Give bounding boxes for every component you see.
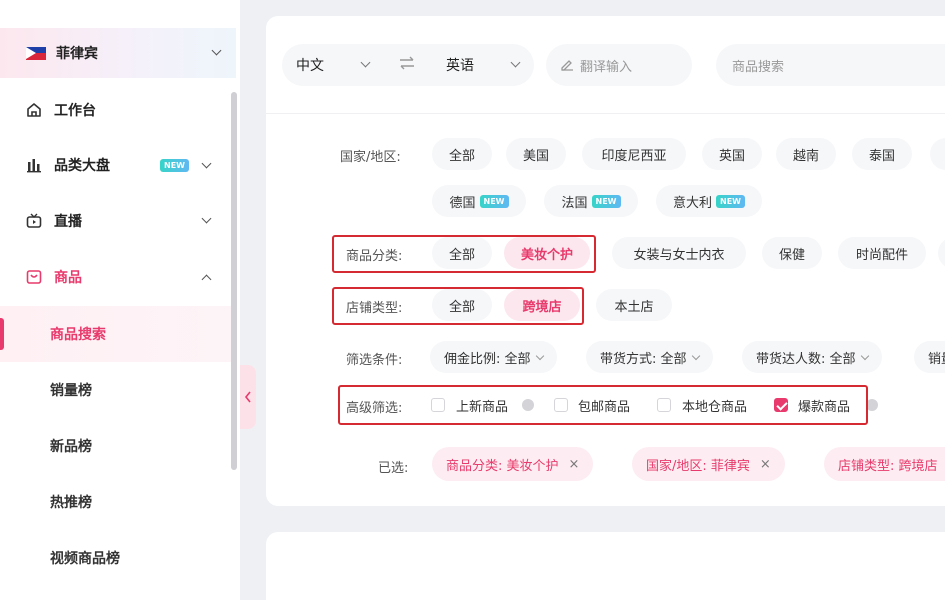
sales-dropdown[interactable]: 销量 bbox=[914, 341, 945, 373]
dropdown-value: 佣金比例: 全部 bbox=[444, 351, 531, 367]
chevron-down-icon bbox=[211, 45, 222, 56]
close-icon[interactable]: × bbox=[569, 457, 580, 472]
results-panel bbox=[266, 532, 945, 600]
category-chip[interactable]: 女装与女士内衣 bbox=[612, 237, 746, 269]
sub-item-product-search[interactable]: 商品搜索 bbox=[0, 306, 232, 362]
commission-dropdown[interactable]: 佣金比例: 全部 bbox=[430, 341, 557, 373]
philippines-flag-icon bbox=[26, 46, 46, 60]
nav-label: 品类大盘 bbox=[54, 158, 110, 174]
highlight-box-shop-type bbox=[332, 287, 584, 325]
highlight-box-category bbox=[332, 235, 596, 273]
sub-item-hot-rank[interactable]: 热推榜 bbox=[0, 474, 232, 530]
new-badge: NEW bbox=[479, 194, 509, 208]
pen-icon bbox=[560, 57, 574, 75]
country-chip[interactable]: 印度尼西亚 bbox=[582, 138, 686, 170]
category-chip[interactable]: 时尚配件 bbox=[838, 237, 926, 269]
tag-label: 国家/地区: 菲律宾 bbox=[646, 458, 750, 474]
swap-language-icon[interactable] bbox=[398, 55, 416, 75]
translate-placeholder: 翻译输入 bbox=[580, 59, 633, 75]
highlight-box-advanced bbox=[338, 385, 868, 425]
chip-label: 德国 bbox=[449, 195, 476, 211]
chevron-down-icon bbox=[201, 158, 212, 169]
country-chip[interactable]: 意大利 NEW bbox=[656, 185, 762, 217]
chevron-down-icon bbox=[360, 57, 371, 68]
translate-input[interactable]: 翻译输入 bbox=[546, 44, 692, 86]
country-chip[interactable]: 法国 NEW bbox=[544, 185, 638, 217]
tag-label: 店铺类型: 跨境店 bbox=[838, 458, 938, 474]
selected-filters-label: 已选: bbox=[378, 461, 409, 476]
new-badge: NEW bbox=[591, 194, 621, 208]
new-badge: NEW bbox=[160, 159, 189, 172]
country-chip[interactable]: 越南 bbox=[776, 138, 836, 170]
chevron-down-icon bbox=[510, 57, 521, 68]
influencer-count-dropdown[interactable]: 带货达人数: 全部 bbox=[742, 341, 882, 373]
nav-item-products[interactable]: 商品 bbox=[0, 251, 232, 303]
conditions-label: 筛选条件: bbox=[346, 353, 403, 368]
home-icon bbox=[24, 100, 44, 120]
country-chip[interactable]: 英国 bbox=[702, 138, 762, 170]
chevron-down-icon bbox=[535, 351, 544, 360]
tag-label: 商品分类: 美妆个护 bbox=[446, 458, 559, 474]
live-tv-icon bbox=[24, 211, 44, 231]
nav-label: 直播 bbox=[54, 214, 82, 230]
chevron-down-icon bbox=[691, 351, 700, 360]
chevron-down-icon bbox=[201, 213, 212, 224]
nav-item-workbench[interactable]: 工作台 bbox=[0, 84, 232, 136]
selected-tag[interactable]: 国家/地区: 菲律宾 × bbox=[632, 447, 785, 481]
shop-type-chip[interactable]: 本土店 bbox=[596, 289, 672, 321]
chevron-left-icon bbox=[244, 391, 251, 403]
nav-item-live[interactable]: 直播 bbox=[0, 195, 232, 247]
sub-item-video-rank[interactable]: 视频商品榜 bbox=[0, 530, 232, 586]
search-placeholder: 商品搜索 bbox=[732, 59, 785, 75]
sales-method-dropdown[interactable]: 带货方式: 全部 bbox=[586, 341, 713, 373]
nav-label: 工作台 bbox=[54, 103, 96, 119]
dropdown-value: 带货方式: 全部 bbox=[600, 351, 687, 367]
sub-item-new-rank[interactable]: 新品榜 bbox=[0, 418, 232, 474]
category-chip-more[interactable] bbox=[938, 237, 945, 269]
product-search-input[interactable]: 商品搜索 bbox=[716, 44, 945, 86]
close-icon[interactable]: × bbox=[760, 457, 771, 472]
chevron-down-icon bbox=[860, 351, 869, 360]
bar-chart-icon bbox=[24, 155, 44, 175]
chevron-up-icon bbox=[201, 274, 212, 285]
selected-tag[interactable]: 商品分类: 美妆个护 × bbox=[432, 447, 594, 481]
source-language-select[interactable]: 中文 bbox=[296, 55, 324, 75]
country-chip[interactable]: 美国 bbox=[506, 138, 566, 170]
dropdown-value: 带货达人数: 全部 bbox=[756, 351, 856, 367]
sidebar-scrollbar[interactable] bbox=[231, 92, 237, 470]
collapse-sidebar-button[interactable] bbox=[240, 365, 256, 429]
chip-label: 法国 bbox=[561, 195, 588, 211]
country-filter-label: 国家/地区: bbox=[340, 150, 401, 165]
category-chip[interactable]: 保健 bbox=[762, 237, 822, 269]
language-pair: 中文 英语 bbox=[282, 44, 534, 86]
filter-panel: 中文 英语 翻译输入 商品搜索 国家/地区: 全部 美国 印度尼西亚 英国 越南… bbox=[266, 16, 945, 506]
target-language-select[interactable]: 英语 bbox=[446, 55, 474, 75]
country-selector[interactable]: 菲律宾 bbox=[0, 28, 236, 78]
sidebar: 菲律宾 工作台 品类大盘 NEW 直播 商品 商品搜索 销量榜 新品榜 热推榜 … bbox=[0, 0, 240, 600]
country-chip-more[interactable] bbox=[930, 138, 945, 170]
new-badge: NEW bbox=[716, 194, 745, 208]
selected-tag[interactable]: 店铺类型: 跨境店× bbox=[824, 447, 945, 481]
nav-label: 商品 bbox=[54, 270, 82, 286]
country-chip[interactable]: 德国 NEW bbox=[432, 185, 526, 217]
chip-label: 意大利 bbox=[673, 195, 713, 211]
country-chip[interactable]: 全部 bbox=[432, 138, 492, 170]
shopping-bag-icon bbox=[24, 267, 44, 287]
country-label: 菲律宾 bbox=[56, 46, 98, 62]
sub-item-sales-rank[interactable]: 销量榜 bbox=[0, 362, 232, 418]
dropdown-value: 销量 bbox=[928, 351, 945, 367]
country-chip[interactable]: 泰国 bbox=[852, 138, 912, 170]
search-toolbar: 中文 英语 翻译输入 商品搜索 bbox=[266, 16, 945, 114]
nav-item-category-market[interactable]: 品类大盘 NEW bbox=[0, 139, 232, 191]
